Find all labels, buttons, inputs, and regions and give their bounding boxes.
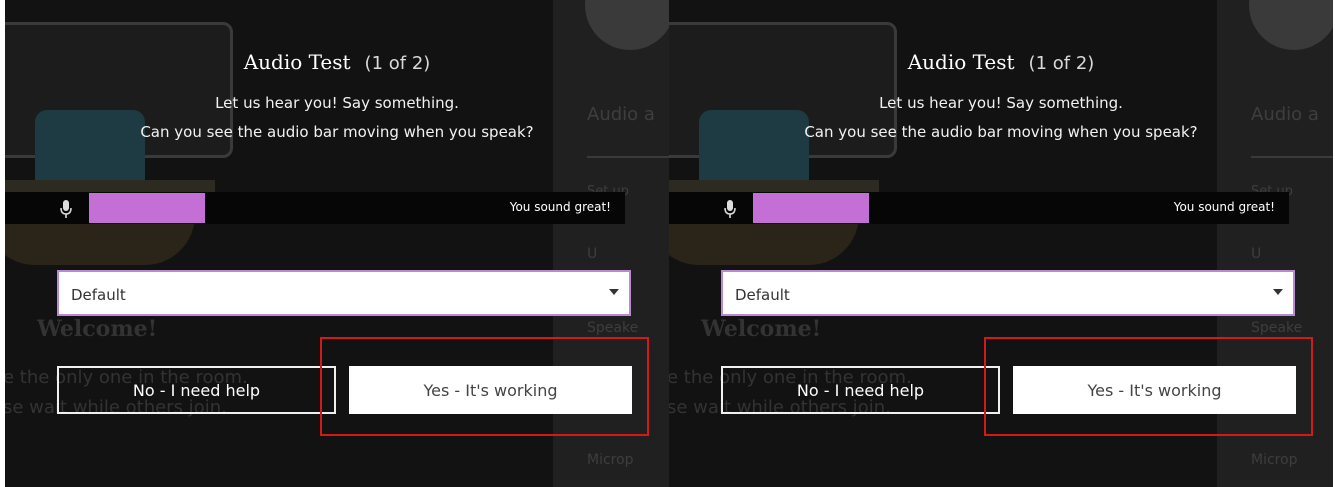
dialog-title: Audio Test (1 of 2) (5, 50, 669, 74)
no-need-help-button[interactable]: No - I need help (57, 366, 336, 414)
microphone-icon (60, 200, 72, 218)
dialog-instruction-1: Let us hear you! Say something. (215, 94, 459, 112)
bg-side-speaker: Speake (587, 320, 639, 336)
bg-side-divider (1251, 156, 1333, 158)
bg-side-option: U (1251, 246, 1262, 262)
bg-side-option: U (587, 246, 598, 262)
highlight-annotation-box (320, 337, 649, 436)
bg-side-microphone: Microp (587, 452, 634, 468)
audio-level-meter: You sound great! (669, 192, 1289, 224)
dialog-title-text: Audio Test (243, 50, 351, 74)
bg-side-divider (587, 156, 669, 158)
selected-device-value: Default (735, 286, 790, 304)
audio-test-panel-left: Welcome! e the only one in the room. se … (5, 0, 669, 487)
highlight-annotation-box (984, 337, 1313, 436)
bg-stripe (5, 180, 215, 192)
audio-level-bar (753, 193, 869, 223)
caret-down-icon (609, 289, 619, 295)
bg-welcome-heading: Welcome! (701, 316, 822, 342)
audio-test-panel-right: Welcome! e the only one in the room. se … (669, 0, 1333, 487)
selected-device-value: Default (71, 286, 126, 304)
bg-blob-illustration (699, 110, 809, 190)
microphone-device-select[interactable]: Default (57, 270, 631, 316)
dialog-instruction-2: Can you see the audio bar moving when yo… (140, 123, 534, 141)
bg-welcome-heading: Welcome! (37, 316, 158, 342)
microphone-device-select[interactable]: Default (721, 270, 1295, 316)
audio-level-bar (89, 193, 205, 223)
audio-status-text: You sound great! (509, 200, 611, 214)
dialog-instruction-2: Can you see the audio bar moving when yo… (804, 123, 1198, 141)
bg-stripe (669, 180, 879, 192)
dialog-title: Audio Test (1 of 2) (669, 50, 1333, 74)
dialog-title-text: Audio Test (907, 50, 1015, 74)
dialog-instruction-1: Let us hear you! Say something. (879, 94, 1123, 112)
caret-down-icon (1273, 289, 1283, 295)
bg-blob-illustration (35, 110, 145, 190)
microphone-icon (724, 200, 736, 218)
no-need-help-button[interactable]: No - I need help (721, 366, 1000, 414)
audio-status-text: You sound great! (1173, 200, 1275, 214)
audio-level-meter: You sound great! (5, 192, 625, 224)
dialog-step-count: (1 of 2) (364, 53, 431, 74)
dialog-step-count: (1 of 2) (1028, 53, 1095, 74)
bg-side-speaker: Speake (1251, 320, 1303, 336)
bg-side-microphone: Microp (1251, 452, 1298, 468)
